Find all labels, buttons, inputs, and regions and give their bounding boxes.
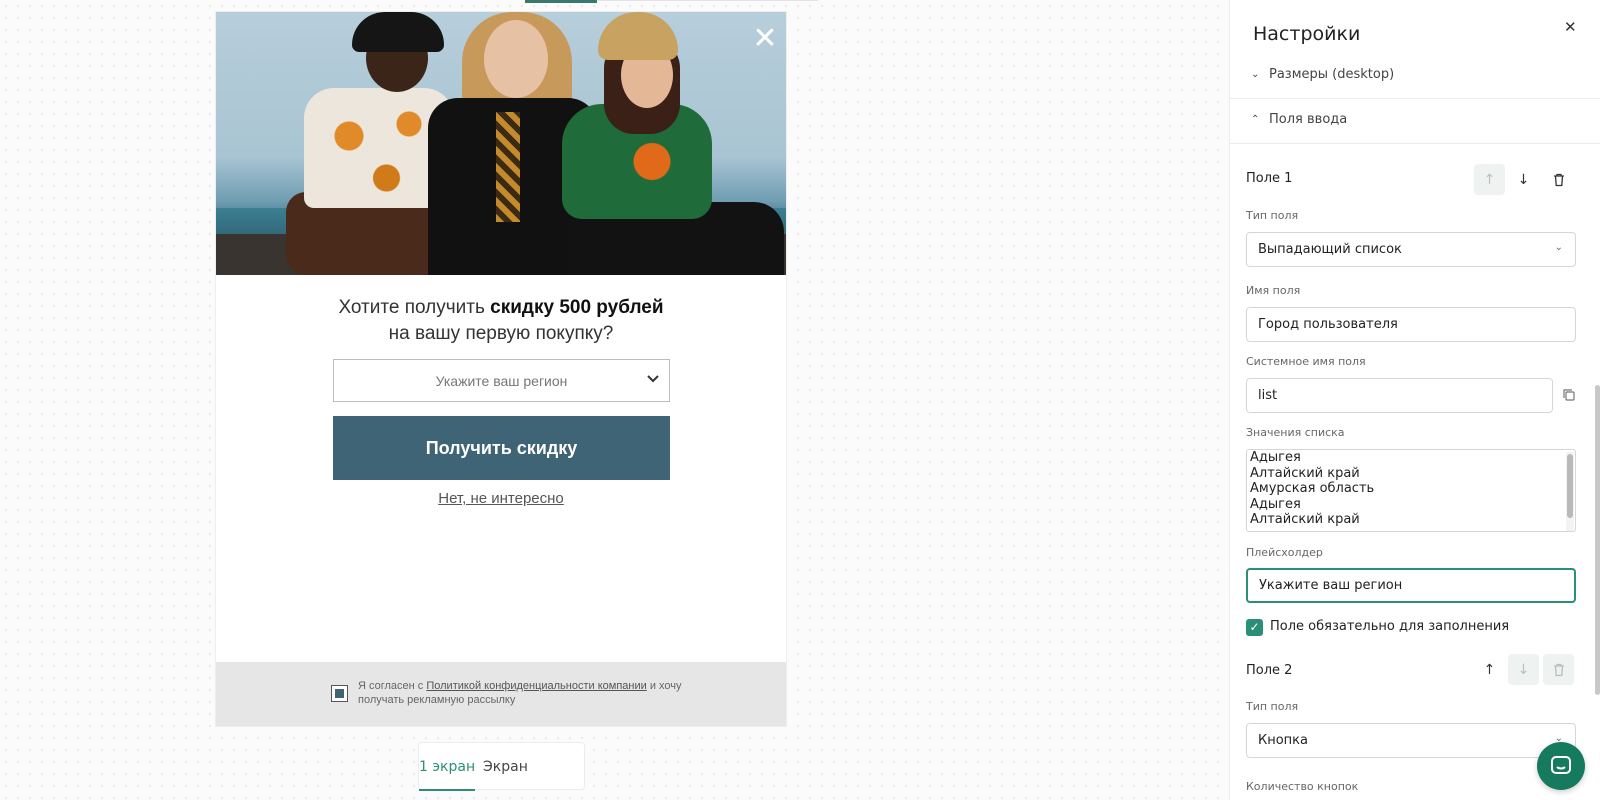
trash-icon (1553, 663, 1564, 676)
chevron-down-icon: ⌄ (1554, 242, 1563, 253)
move-up-button[interactable]: ↑ (1474, 164, 1505, 195)
region-placeholder: Укажите ваш регион (435, 372, 568, 389)
close-icon[interactable]: ✕ (752, 24, 778, 54)
hero-image: ✕ (216, 12, 786, 275)
tab-screen-1[interactable]: 1 экран (419, 743, 476, 791)
list-item[interactable]: Алтайский край (1247, 466, 1575, 482)
copy-icon[interactable] (1562, 388, 1576, 402)
list-item[interactable]: Адыгея (1247, 450, 1575, 466)
list-item[interactable]: Алтайский край (1247, 512, 1575, 528)
field-type-select[interactable]: Выпадающий список ⌄ (1246, 232, 1576, 267)
move-up-button[interactable]: ↑ (1474, 654, 1505, 685)
list-item[interactable]: Адыгея (1247, 497, 1575, 513)
decline-link[interactable]: Нет, не интересно (216, 490, 786, 507)
placeholder-input[interactable]: Укажите ваш регион (1246, 568, 1576, 603)
field-type-label: Тип поля (1246, 700, 1299, 713)
panel-title: Настройки (1253, 23, 1361, 45)
get-discount-button[interactable]: Получить скидку (333, 416, 670, 480)
list-scrollbar[interactable] (1566, 452, 1574, 531)
consent-checkbox[interactable] (331, 685, 348, 702)
top-divider (598, 0, 818, 1)
close-icon[interactable]: ✕ (1564, 18, 1577, 36)
arrow-down-icon: ↓ (1517, 661, 1530, 678)
cta-label: Получить скидку (425, 437, 578, 458)
screen-tabs: 1 экран Экран спасибо (418, 742, 585, 791)
arrow-up-icon: ↑ (1483, 171, 1496, 188)
popup-headline: Хотите получить скидку 500 рублей на ваш… (216, 295, 786, 347)
delete-field-button[interactable] (1543, 654, 1574, 685)
move-down-button[interactable]: ↓ (1508, 654, 1539, 685)
move-down-button[interactable]: ↓ (1508, 164, 1539, 195)
tab-thank-you-screen[interactable]: Экран спасибо (483, 743, 584, 791)
chat-button[interactable] (1537, 742, 1585, 790)
field-name-input[interactable]: Город пользователя (1246, 307, 1576, 342)
chevron-down-icon (647, 375, 659, 383)
required-label: Поле обязательно для заполнения (1270, 619, 1510, 634)
section-label: Размеры (desktop) (1269, 67, 1395, 82)
list-item[interactable]: Амурская область (1247, 481, 1575, 497)
chat-icon (1551, 756, 1571, 774)
field-name-label: Имя поля (1246, 284, 1301, 297)
field-type-label: Тип поля (1246, 209, 1299, 222)
field-1-heading: Поле 1 (1246, 171, 1293, 186)
delete-field-button[interactable] (1543, 164, 1574, 195)
list-values-box[interactable]: Адыгея Алтайский край Амурская область А… (1246, 449, 1576, 532)
privacy-policy-link[interactable]: Политикой конфиденциальности компании (426, 680, 646, 692)
headline-line2: на вашу первую покупку? (388, 323, 614, 344)
arrow-up-icon: ↑ (1483, 661, 1496, 678)
system-name-input[interactable]: list (1246, 378, 1553, 413)
headline-prefix: Хотите получить (338, 297, 491, 318)
list-values-label: Значения списка (1246, 426, 1345, 439)
settings-panel: Настройки ✕ ⌄ Размеры (desktop) ⌃ Поля в… (1229, 0, 1600, 800)
field-type-select[interactable]: Кнопка ⌄ (1246, 723, 1576, 758)
button-count-label: Количество кнопок (1246, 780, 1359, 793)
required-checkbox[interactable]: ✓ (1246, 619, 1263, 636)
field-2-heading: Поле 2 (1246, 663, 1293, 678)
chevron-down-icon: ⌄ (1251, 69, 1260, 80)
arrow-down-icon: ↓ (1517, 171, 1530, 188)
popup-preview: ✕ Хотите получить скидку 500 рублей на в… (216, 12, 786, 726)
region-select[interactable]: Укажите ваш регион (333, 359, 670, 402)
trash-icon (1553, 173, 1564, 186)
headline-bold: скидку 500 рублей (490, 297, 664, 318)
top-tab-indicator (525, 0, 597, 3)
section-input-fields[interactable]: ⌃ Поля ввода (1230, 100, 1600, 144)
placeholder-label: Плейсхолдер (1246, 546, 1323, 559)
section-label: Поля ввода (1269, 112, 1348, 127)
panel-scrollbar[interactable] (1595, 385, 1600, 695)
section-sizes-desktop[interactable]: ⌄ Размеры (desktop) (1230, 55, 1600, 99)
chevron-up-icon: ⌃ (1251, 114, 1260, 125)
system-name-label: Системное имя поля (1246, 355, 1366, 368)
consent-bar: Я согласен с Политикой конфиденциальност… (216, 662, 786, 726)
consent-text: Я согласен с Политикой конфиденциальност… (358, 680, 682, 706)
